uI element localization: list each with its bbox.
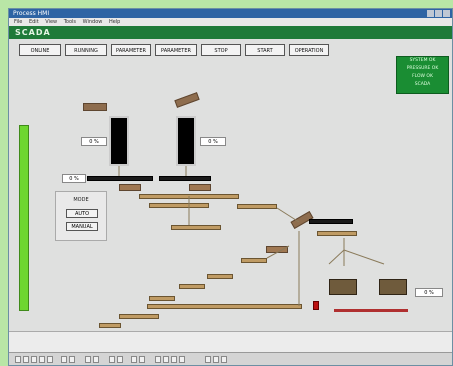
menu-tools[interactable]: Tools: [64, 19, 76, 25]
tool-icon[interactable]: [179, 356, 185, 363]
tool-icon[interactable]: [47, 356, 53, 363]
process-screen: SCADA ONLINE RUNNING PARAMETER PARAMETER…: [9, 26, 452, 331]
tool-icon[interactable]: [117, 356, 123, 363]
tool-icon[interactable]: [15, 356, 21, 363]
tool-icon[interactable]: [85, 356, 91, 363]
tool-icon[interactable]: [61, 356, 67, 363]
menu-edit[interactable]: Edit: [29, 19, 39, 25]
minimize-button[interactable]: [427, 10, 434, 17]
tool-icon[interactable]: [171, 356, 177, 363]
menu-help[interactable]: Help: [109, 19, 120, 25]
menu-file[interactable]: File: [14, 19, 22, 25]
tool-icon[interactable]: [163, 356, 169, 363]
title-bar: Process HMI: [9, 9, 452, 18]
process-lines: [118, 166, 385, 306]
tool-icon[interactable]: [31, 356, 37, 363]
menu-window[interactable]: Window: [83, 19, 103, 25]
menu-view[interactable]: View: [45, 19, 57, 25]
close-button[interactable]: [443, 10, 450, 17]
tool-icon[interactable]: [131, 356, 137, 363]
status-area: [9, 331, 452, 353]
tool-icon[interactable]: [23, 356, 29, 363]
tool-icon[interactable]: [39, 356, 45, 363]
tool-icon[interactable]: [93, 356, 99, 363]
tool-icon[interactable]: [221, 356, 227, 363]
tool-icon[interactable]: [155, 356, 161, 363]
tool-icon[interactable]: [205, 356, 211, 363]
window-title: Process HMI: [13, 10, 50, 17]
window-controls: [426, 10, 450, 17]
maximize-button[interactable]: [435, 10, 442, 17]
hmi-window: Process HMI File Edit View Tools Window …: [8, 8, 453, 366]
tool-icon[interactable]: [213, 356, 219, 363]
tool-icon[interactable]: [139, 356, 145, 363]
menu-bar: File Edit View Tools Window Help: [9, 18, 452, 26]
bottom-toolbar: [9, 352, 452, 365]
tool-icon[interactable]: [109, 356, 115, 363]
tool-icon[interactable]: [69, 356, 75, 363]
